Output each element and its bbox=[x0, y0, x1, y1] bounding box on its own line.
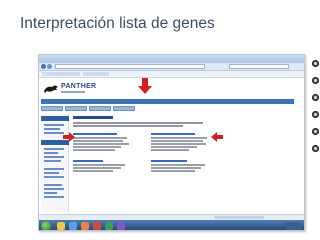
end-icon[interactable] bbox=[312, 145, 319, 152]
sidebar-heading bbox=[41, 116, 69, 121]
tool-link[interactable] bbox=[151, 133, 195, 135]
app-icon[interactable] bbox=[105, 222, 113, 230]
browser-screenshot: PANTHER bbox=[38, 54, 305, 231]
next-icon[interactable] bbox=[312, 128, 319, 135]
brand-name: PANTHER bbox=[61, 83, 97, 90]
tool-description-line bbox=[73, 164, 125, 166]
address-input[interactable] bbox=[55, 64, 205, 69]
explorer-icon[interactable] bbox=[57, 222, 65, 230]
intro-text-line bbox=[73, 122, 203, 124]
slide-title: Interpretación lista de genes bbox=[20, 15, 215, 32]
nav-tab[interactable] bbox=[41, 106, 63, 111]
tool-description-line bbox=[73, 140, 123, 142]
intro-text-line bbox=[73, 125, 183, 127]
tool-description-line bbox=[73, 149, 115, 151]
sidebar-link[interactable] bbox=[44, 156, 64, 158]
sidebar-link[interactable] bbox=[44, 148, 64, 150]
sidebar-link[interactable] bbox=[44, 168, 64, 170]
sidebar-link[interactable] bbox=[44, 160, 61, 162]
nav-tab[interactable] bbox=[65, 106, 87, 111]
sidebar-link[interactable] bbox=[44, 132, 64, 134]
site-navigation-bar bbox=[41, 99, 294, 104]
slide-view-icon[interactable] bbox=[312, 94, 319, 101]
windows-taskbar bbox=[39, 220, 304, 230]
browser-search-input[interactable] bbox=[229, 64, 289, 69]
tool-description-line bbox=[73, 143, 129, 145]
browser-title-bar bbox=[39, 55, 304, 63]
browser-tab-bar bbox=[39, 71, 304, 78]
tool-description-line bbox=[73, 137, 127, 139]
tool-description-line bbox=[151, 170, 195, 172]
back-icon[interactable] bbox=[41, 64, 46, 69]
options-icon[interactable] bbox=[312, 111, 319, 118]
browser-icon[interactable] bbox=[69, 222, 77, 230]
browser-address-bar bbox=[39, 63, 304, 71]
brand-tagline bbox=[61, 91, 85, 93]
tool-description-line bbox=[151, 146, 197, 148]
nav-tab[interactable] bbox=[113, 106, 135, 111]
media-icon[interactable] bbox=[81, 222, 89, 230]
sidebar-link[interactable] bbox=[44, 176, 64, 178]
panther-brand: PANTHER bbox=[61, 83, 96, 93]
site-sidebar bbox=[41, 114, 69, 212]
browser-tab[interactable] bbox=[42, 72, 80, 76]
sidebar-link[interactable] bbox=[44, 196, 64, 198]
sidebar-link[interactable] bbox=[44, 184, 62, 186]
tool-description-line bbox=[73, 170, 113, 172]
tool-link[interactable] bbox=[73, 133, 117, 135]
tools-heading bbox=[73, 116, 113, 119]
clock-icon bbox=[285, 222, 301, 230]
red-arrow-icon bbox=[211, 132, 223, 142]
nav-tab[interactable] bbox=[89, 106, 111, 111]
app-icon[interactable] bbox=[117, 222, 125, 230]
panther-logo-icon bbox=[44, 85, 58, 93]
sidebar-link[interactable] bbox=[44, 192, 57, 194]
web-page-content: PANTHER bbox=[39, 78, 304, 214]
app-icon[interactable] bbox=[93, 222, 101, 230]
panther-header: PANTHER bbox=[41, 83, 294, 99]
home-icon[interactable] bbox=[312, 60, 319, 67]
forward-icon[interactable] bbox=[47, 64, 52, 69]
browser-tab[interactable] bbox=[83, 72, 109, 76]
status-zone bbox=[214, 216, 264, 219]
tool-link[interactable] bbox=[73, 160, 103, 162]
tool-description-line bbox=[73, 167, 121, 169]
previous-icon[interactable] bbox=[312, 77, 319, 84]
tool-description-line bbox=[73, 146, 121, 148]
tool-description-line bbox=[151, 167, 201, 169]
tool-description-line bbox=[151, 149, 189, 151]
slideshow-controls bbox=[312, 60, 320, 212]
sidebar-link[interactable] bbox=[44, 172, 59, 174]
tool-description-line bbox=[151, 137, 207, 139]
sidebar-link[interactable] bbox=[44, 152, 58, 154]
tool-description-line bbox=[151, 143, 206, 145]
sidebar-link[interactable] bbox=[44, 188, 64, 190]
sidebar-link[interactable] bbox=[44, 128, 60, 130]
red-arrow-icon bbox=[138, 78, 152, 94]
tool-link[interactable] bbox=[151, 160, 187, 162]
tool-description-line bbox=[151, 164, 205, 166]
red-arrow-icon bbox=[63, 132, 75, 142]
sidebar-link[interactable] bbox=[44, 124, 64, 126]
tool-description-line bbox=[151, 140, 203, 142]
start-button[interactable] bbox=[41, 221, 51, 230]
